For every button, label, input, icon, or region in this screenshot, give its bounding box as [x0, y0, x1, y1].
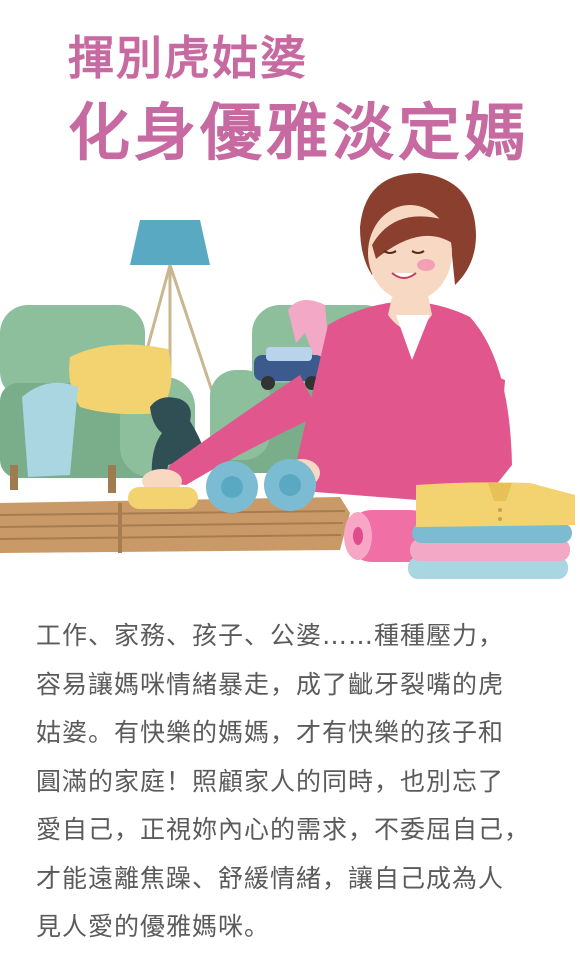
draped-towel [22, 382, 78, 477]
mother-tidying-illustration [0, 173, 575, 579]
title-line-1: 揮別虎姑婆 [68, 31, 308, 85]
article-body-text: 工作、家務、孩子、公婆……種種壓力， 容易讓媽咪情緒暴走，成了齜牙裂嘴的虎 姑婆… [36, 621, 531, 941]
title-line-2: 化身優雅淡定媽 [68, 96, 531, 169]
folded-shirts-stack [408, 482, 575, 579]
